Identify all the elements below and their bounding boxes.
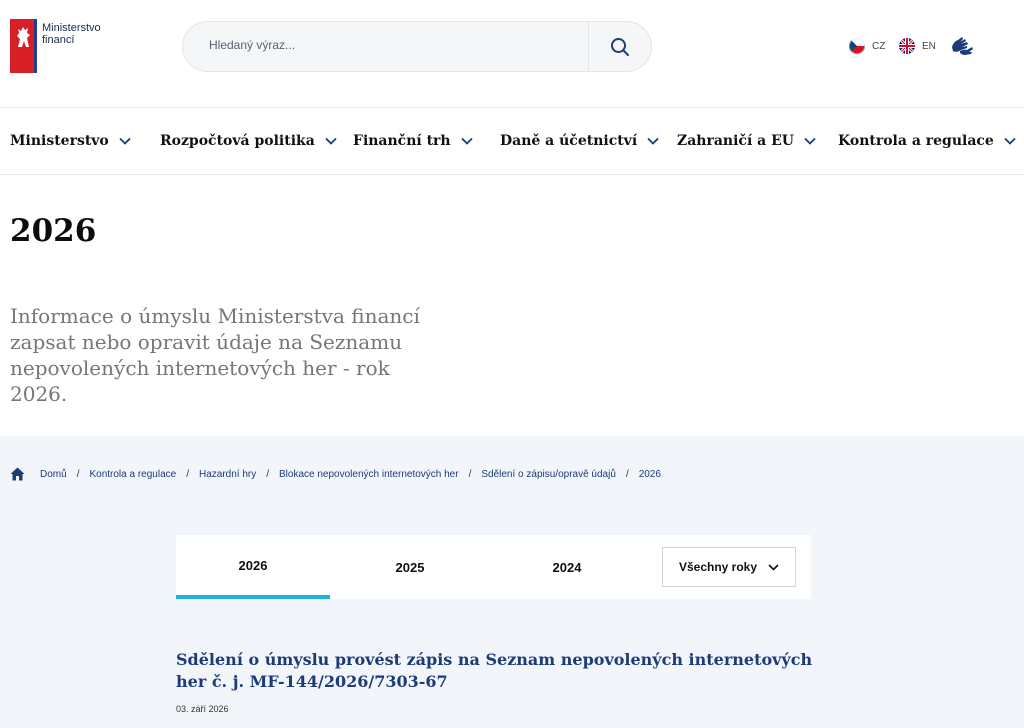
breadcrumb-link[interactable]: Sdělení o zápisu/opravě údajů [481,469,616,480]
year-tabs: 2026 2025 2024 Všechny roky [176,535,811,599]
main-navigation: Ministerstvo Rozpočtová politika Finančn… [0,108,1024,175]
logo-line-1: Ministerstvo [42,22,101,34]
nav-item-financni-trh[interactable]: Finanční trh [353,133,473,149]
nav-item-kontrola-a-regulace[interactable]: Kontrola a regulace [838,133,1016,149]
coat-of-arms-icon [10,19,37,73]
chevron-down-icon [647,137,659,145]
breadcrumb-link[interactable]: Hazardní hry [199,469,256,480]
nav-item-rozpoctova-politika[interactable]: Rozpočtová politika [160,133,337,149]
search-icon [611,37,629,56]
nav-item-zahranici-a-eu[interactable]: Zahraničí a EU [677,133,816,149]
language-en[interactable]: EN [899,38,936,54]
uk-flag-icon [899,38,915,54]
content-area: Domů / Kontrola a regulace / Hazardní hr… [0,436,1024,728]
breadcrumb-separator: / [468,468,472,480]
tab-2024[interactable]: 2024 [490,535,644,599]
language-en-label: EN [922,40,936,52]
breadcrumb-separator: / [625,468,629,480]
site-header: Ministerstvo financí CZ [0,0,1024,108]
all-years-label: Všechny roky [678,560,758,574]
breadcrumb-link[interactable]: Domů [40,469,67,480]
language-cz-label: CZ [872,40,886,52]
nav-item-ministerstvo[interactable]: Ministerstvo [10,133,131,149]
ministry-logo[interactable]: Ministerstvo financí [10,19,101,73]
page-description: Informace o úmyslu Ministerstva financí … [10,304,420,406]
search-box [182,21,652,72]
nav-item-label: Daně a účetnictví [500,133,638,149]
chevron-down-icon [325,137,337,145]
chevron-down-icon [768,563,779,571]
home-icon[interactable] [10,467,25,481]
tab-2026[interactable]: 2026 [176,535,330,599]
logo-text: Ministerstvo financí [42,19,101,73]
tab-2025[interactable]: 2025 [333,535,487,599]
search-button[interactable] [588,22,651,71]
logo-line-2: financí [42,34,75,46]
chevron-down-icon [119,137,131,145]
article-title-link[interactable]: Sdělení o úmyslu provést zápis na Seznam… [176,649,816,693]
page-hero: 2026 Informace o úmyslu Ministerstva fin… [0,175,1024,436]
article-date: 03. září 2026 [176,704,229,714]
page-title: 2026 [10,213,97,249]
breadcrumb-separator: / [186,468,189,480]
chevron-down-icon [460,137,473,145]
nav-item-label: Rozpočtová politika [160,133,315,149]
all-years-dropdown[interactable]: Všechny roky [662,547,796,587]
breadcrumb-link[interactable]: Blokace nepovolených internetových her [279,469,459,480]
breadcrumb-current: 2026 [638,468,661,480]
breadcrumb: Domů / Kontrola a regulace / Hazardní hr… [10,467,661,481]
search-input[interactable] [209,38,569,52]
nav-item-label: Zahraničí a EU [677,133,794,149]
nav-item-label: Ministerstvo [10,133,109,149]
nav-item-label: Kontrola a regulace [838,133,994,149]
czech-flag-icon [849,38,865,54]
chevron-down-icon [804,137,816,145]
sign-language-icon[interactable] [950,35,974,62]
breadcrumb-separator: / [266,468,270,480]
breadcrumb-link[interactable]: Kontrola a regulace [89,469,176,480]
nav-item-dane-a-ucetnictvi[interactable]: Daně a účetnictví [500,133,659,149]
nav-item-label: Finanční trh [353,133,451,149]
chevron-down-icon [1004,137,1016,145]
breadcrumb-separator: / [76,468,80,480]
language-cz[interactable]: CZ [849,38,885,54]
